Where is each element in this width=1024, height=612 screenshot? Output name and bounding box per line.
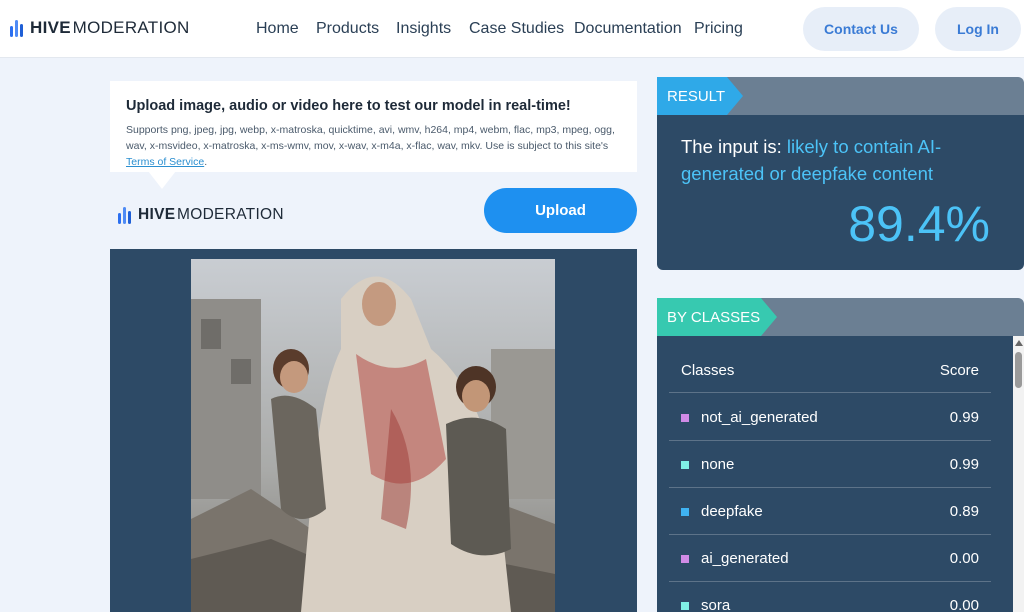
class-score: 0.00 bbox=[949, 550, 979, 567]
class-score: 0.00 bbox=[949, 597, 979, 612]
nav-home[interactable]: Home bbox=[256, 20, 299, 38]
result-verdict: The input is: likely to contain AI-gener… bbox=[681, 136, 942, 184]
table-row: deepfake 0.89 bbox=[669, 488, 991, 535]
table-row: none 0.99 bbox=[669, 441, 991, 488]
hive-logo-secondary: HIVE MODERATION bbox=[118, 206, 284, 224]
hive-logo-icon bbox=[118, 206, 131, 224]
class-color-marker bbox=[681, 508, 689, 516]
class-name: sora bbox=[701, 597, 731, 612]
class-color-marker bbox=[681, 555, 689, 563]
upload-title: Upload image, audio or video here to tes… bbox=[126, 98, 571, 114]
result-tag: RESULT bbox=[657, 77, 743, 115]
upload-description: Supports png, jpeg, jpg, webp, x-matrosk… bbox=[126, 124, 615, 168]
terms-of-service-link[interactable]: Terms of Service bbox=[126, 156, 204, 168]
result-card-header: RESULT bbox=[657, 77, 1024, 115]
class-name: ai_generated bbox=[701, 550, 789, 567]
nav-insights[interactable]: Insights bbox=[396, 20, 451, 38]
classes-card-header: BY CLASSES bbox=[657, 298, 1024, 336]
top-navbar: HIVE MODERATION Home Products Insights C… bbox=[0, 0, 1024, 58]
nav-documentation[interactable]: Documentation bbox=[574, 20, 682, 38]
table-row: sora 0.00 bbox=[669, 582, 991, 612]
table-row: ai_generated 0.00 bbox=[669, 535, 991, 582]
class-color-marker bbox=[681, 602, 689, 610]
class-color-marker bbox=[681, 414, 689, 422]
scroll-up-arrow-icon[interactable] bbox=[1015, 340, 1023, 346]
classes-card: Classes Score not_ai_generated 0.99 none… bbox=[657, 336, 1013, 612]
nav-case-studies[interactable]: Case Studies bbox=[469, 20, 564, 38]
table-row: not_ai_generated 0.99 bbox=[669, 394, 991, 441]
class-name: none bbox=[701, 456, 735, 473]
scroll-thumb[interactable] bbox=[1015, 352, 1022, 388]
hive-logo-icon bbox=[10, 19, 23, 37]
upload-info-card: Upload image, audio or video here to tes… bbox=[110, 81, 637, 172]
class-color-marker bbox=[681, 461, 689, 469]
nav-pricing[interactable]: Pricing bbox=[694, 20, 743, 38]
uploaded-image bbox=[191, 259, 555, 612]
column-score: Score bbox=[939, 362, 979, 379]
confidence-percent: 89.4% bbox=[848, 196, 990, 252]
brand-name: HIVE MODERATION bbox=[30, 18, 190, 37]
class-score: 0.99 bbox=[949, 409, 979, 426]
upload-button[interactable]: Upload bbox=[484, 188, 637, 233]
class-score: 0.99 bbox=[949, 456, 979, 473]
classes-table-header: Classes Score bbox=[669, 360, 991, 393]
column-classes: Classes bbox=[681, 362, 735, 379]
contact-us-button[interactable]: Contact Us bbox=[803, 7, 919, 51]
tooltip-tail bbox=[148, 171, 176, 189]
image-preview-panel bbox=[110, 249, 637, 612]
hive-logo[interactable]: HIVE MODERATION bbox=[10, 18, 190, 38]
classes-scrollbar[interactable] bbox=[1013, 336, 1024, 612]
log-in-button[interactable]: Log In bbox=[935, 7, 1021, 51]
nav-products[interactable]: Products bbox=[316, 20, 379, 38]
result-card: The input is: likely to contain AI-gener… bbox=[657, 115, 1024, 270]
brand-name: HIVE MODERATION bbox=[138, 206, 284, 223]
class-name: deepfake bbox=[701, 503, 763, 520]
class-name: not_ai_generated bbox=[701, 409, 818, 426]
class-score: 0.89 bbox=[949, 503, 979, 520]
classes-tag: BY CLASSES bbox=[657, 298, 777, 336]
